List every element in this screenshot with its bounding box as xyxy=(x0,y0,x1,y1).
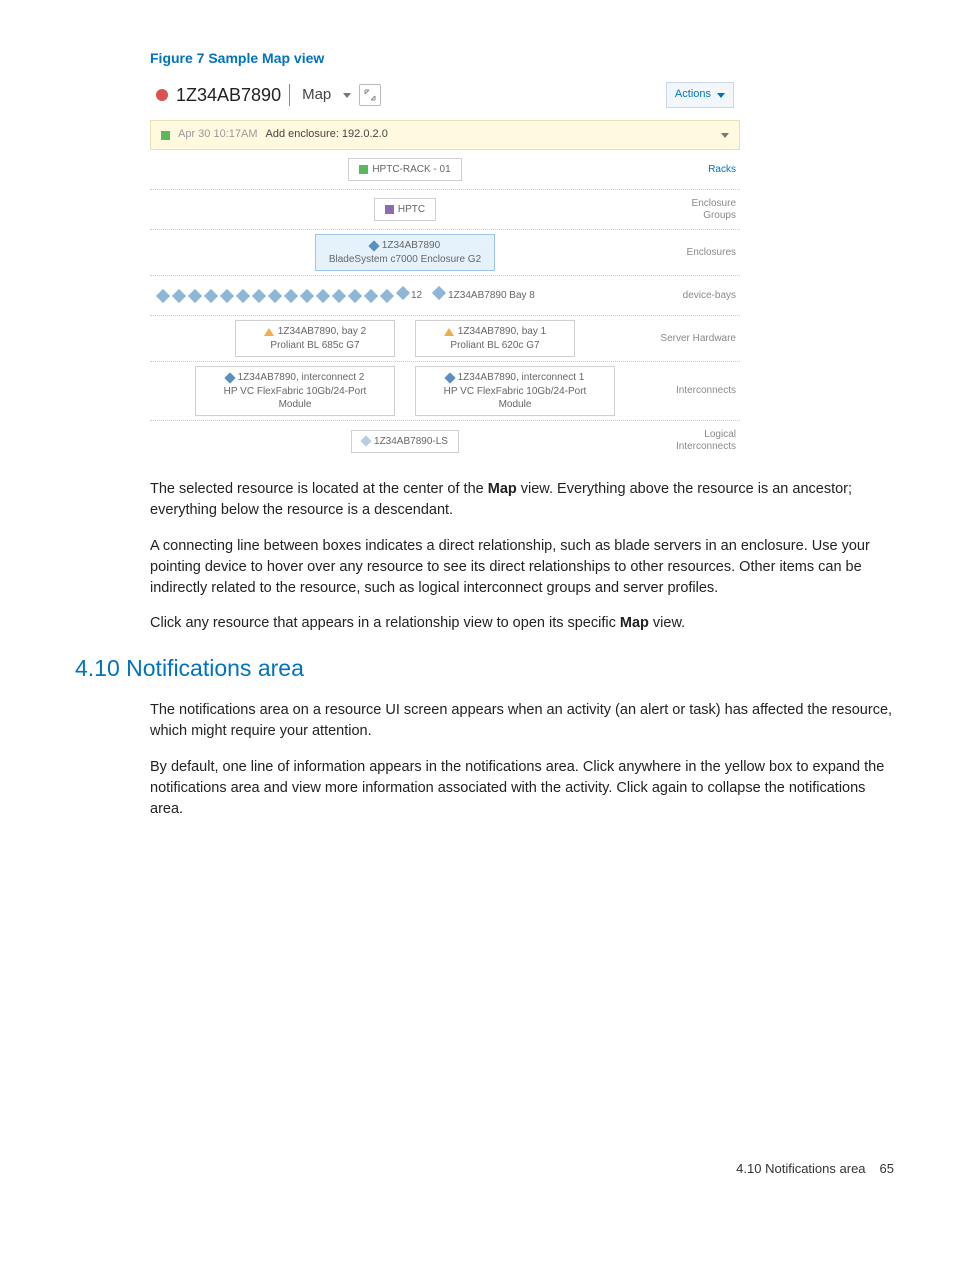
page-footer: 4.10 Notifications area 65 xyxy=(75,1160,894,1179)
named-bay[interactable]: 1Z34AB7890 Bay 8 xyxy=(434,288,535,304)
body-paragraph: A connecting line between boxes indicate… xyxy=(150,536,894,599)
bay-icon[interactable] xyxy=(332,289,346,303)
bay-icon[interactable] xyxy=(236,289,250,303)
server-node[interactable]: 1Z34AB7890, bay 2 Proliant BL 685c G7 xyxy=(235,320,395,357)
bay-icon[interactable] xyxy=(252,289,266,303)
enclosure-node-selected[interactable]: 1Z34AB7890 BladeSystem c7000 Enclosure G… xyxy=(315,234,495,271)
rail-label-logical-interconnects: Logical Interconnects xyxy=(660,425,740,457)
chevron-down-icon[interactable] xyxy=(343,93,351,98)
map-view-figure: 1Z34AB7890 Map Actions Apr 30 10:17AM Ad… xyxy=(150,76,740,461)
interconnect-node[interactable]: 1Z34AB7890, interconnect 2 HP VC FlexFab… xyxy=(195,366,395,416)
server-subtitle: Proliant BL 685c G7 xyxy=(270,339,359,352)
critical-status-icon xyxy=(156,89,168,101)
body-paragraph: The notifications area on a resource UI … xyxy=(150,700,894,742)
enclosure-name: 1Z34AB7890 xyxy=(382,239,440,252)
rack-name: HPTC-RACK - 01 xyxy=(372,163,450,176)
bay-icon[interactable] xyxy=(284,289,298,303)
map-row-racks: HPTC-RACK - 01 Racks xyxy=(150,150,740,190)
rail-label-enclosure-groups: Enclosure Groups xyxy=(660,194,740,225)
chevron-down-icon xyxy=(717,93,725,98)
bay-icon[interactable] xyxy=(348,289,362,303)
server-title: 1Z34AB7890, bay 2 xyxy=(278,325,366,338)
warning-icon xyxy=(444,328,454,336)
server-title: 1Z34AB7890, bay 1 xyxy=(458,325,546,338)
server-subtitle: Proliant BL 620c G7 xyxy=(450,339,539,352)
map-row-server-hardware: 1Z34AB7890, bay 2 Proliant BL 685c G7 1Z… xyxy=(150,316,740,362)
body-paragraph: The selected resource is located at the … xyxy=(150,479,894,521)
map-row-device-bays: 12 1Z34AB7890 Bay 8 device-bays xyxy=(150,276,740,316)
actions-label: Actions xyxy=(675,87,711,103)
footer-page-number: 65 xyxy=(880,1160,894,1179)
interconnect-node[interactable]: 1Z34AB7890, interconnect 1 HP VC FlexFab… xyxy=(415,366,615,416)
actions-button[interactable]: Actions xyxy=(666,82,734,108)
map-row-logical-interconnects: 1Z34AB7890-LS Logical Interconnects xyxy=(150,421,740,461)
bay-icons: 12 1Z34AB7890 Bay 8 xyxy=(150,280,660,311)
body-paragraph: By default, one line of information appe… xyxy=(150,757,894,820)
interconnect-title: 1Z34AB7890, interconnect 2 xyxy=(238,371,365,384)
warning-icon xyxy=(264,328,274,336)
logical-interconnect-node[interactable]: 1Z34AB7890-LS xyxy=(351,430,459,453)
notification-timestamp: Apr 30 10:17AM xyxy=(178,127,258,143)
view-selector[interactable]: Map xyxy=(298,84,335,106)
bay-icon[interactable] xyxy=(156,289,170,303)
map-row-interconnects: 1Z34AB7890, interconnect 2 HP VC FlexFab… xyxy=(150,362,740,421)
rail-label-racks[interactable]: Racks xyxy=(660,154,740,185)
rail-label-interconnects: Interconnects xyxy=(660,366,740,416)
divider xyxy=(289,84,290,106)
rail-label-server-hardware: Server Hardware xyxy=(660,320,740,357)
diamond-icon xyxy=(224,372,235,383)
bay-icon[interactable] xyxy=(268,289,282,303)
expand-icon xyxy=(364,89,376,101)
rail-label-enclosures: Enclosures xyxy=(660,234,740,271)
diamond-icon xyxy=(444,372,455,383)
notification-bar[interactable]: Apr 30 10:17AM Add enclosure: 192.0.2.0 xyxy=(150,120,740,150)
bay-icon[interactable] xyxy=(380,289,394,303)
bay-icon[interactable] xyxy=(220,289,234,303)
enclosure-group-node[interactable]: HPTC xyxy=(374,198,436,221)
bay-count: 12 xyxy=(398,288,422,304)
enclosure-subtitle: BladeSystem c7000 Enclosure G2 xyxy=(329,253,481,266)
footer-section-ref: 4.10 Notifications area xyxy=(736,1160,865,1179)
bay-icon[interactable] xyxy=(204,289,218,303)
map-row-enclosure-groups: HPTC Enclosure Groups xyxy=(150,190,740,230)
interconnect-title: 1Z34AB7890, interconnect 1 xyxy=(458,371,585,384)
notification-message: Add enclosure: 192.0.2.0 xyxy=(266,127,388,143)
interconnect-subtitle: HP VC FlexFabric 10Gb/24-Port Module xyxy=(426,385,604,411)
interconnect-subtitle: HP VC FlexFabric 10Gb/24-Port Module xyxy=(206,385,384,411)
diamond-icon xyxy=(368,240,379,251)
bay-icon[interactable] xyxy=(188,289,202,303)
chevron-down-icon[interactable] xyxy=(721,133,729,138)
map-row-enclosures: 1Z34AB7890 BladeSystem c7000 Enclosure G… xyxy=(150,230,740,276)
status-icon xyxy=(385,205,394,214)
bay-icon[interactable] xyxy=(364,289,378,303)
rail-label-device-bays: device-bays xyxy=(660,280,740,311)
figure-caption: Figure 7 Sample Map view xyxy=(150,48,894,68)
bay-icon[interactable] xyxy=(172,289,186,303)
bay-icon[interactable] xyxy=(316,289,330,303)
status-ok-icon xyxy=(161,131,170,140)
map-header: 1Z34AB7890 Map Actions xyxy=(150,76,740,120)
li-name: 1Z34AB7890-LS xyxy=(374,435,448,448)
diamond-icon xyxy=(360,436,371,447)
body-paragraph: Click any resource that appears in a rel… xyxy=(150,613,894,634)
rack-node[interactable]: HPTC-RACK - 01 xyxy=(348,158,461,181)
server-node[interactable]: 1Z34AB7890, bay 1 Proliant BL 620c G7 xyxy=(415,320,575,357)
expand-icon-button[interactable] xyxy=(359,84,381,106)
bay-icon[interactable] xyxy=(300,289,314,303)
section-heading: 4.10 Notifications area xyxy=(75,652,894,685)
resource-title: 1Z34AB7890 xyxy=(176,82,281,108)
enclosure-group-name: HPTC xyxy=(398,203,425,216)
status-ok-icon xyxy=(359,165,368,174)
